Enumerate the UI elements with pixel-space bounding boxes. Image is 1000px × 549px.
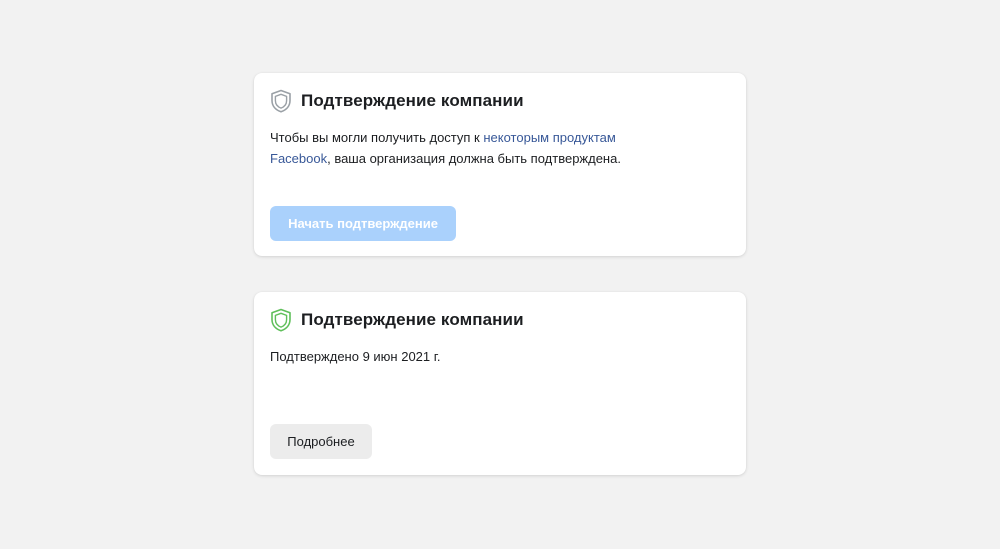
card-title: Подтверждение компании [301, 310, 524, 329]
business-verification-card-pending: Подтверждение компании Чтобы вы могли по… [254, 73, 746, 256]
card-header: Подтверждение компании [270, 89, 524, 113]
description-text-prefix: Чтобы вы могли получить доступ к [270, 130, 484, 145]
shield-check-icon [270, 308, 292, 332]
shield-icon [270, 89, 292, 113]
description-text-suffix: , ваша организация должна быть подтвержд… [327, 151, 621, 166]
card-description: Чтобы вы могли получить доступ к некотор… [270, 127, 670, 169]
page: Подтверждение компании Чтобы вы могли по… [0, 0, 1000, 549]
business-verification-card-verified: Подтверждение компании Подтверждено 9 ию… [254, 292, 746, 475]
verified-date-text: Подтверждено 9 июн 2021 г. [270, 349, 441, 364]
card-header: Подтверждение компании [270, 308, 524, 332]
card-title: Подтверждение компании [301, 91, 524, 110]
start-verification-button[interactable]: Начать подтверждение [270, 206, 456, 241]
learn-more-button[interactable]: Подробнее [270, 424, 372, 459]
